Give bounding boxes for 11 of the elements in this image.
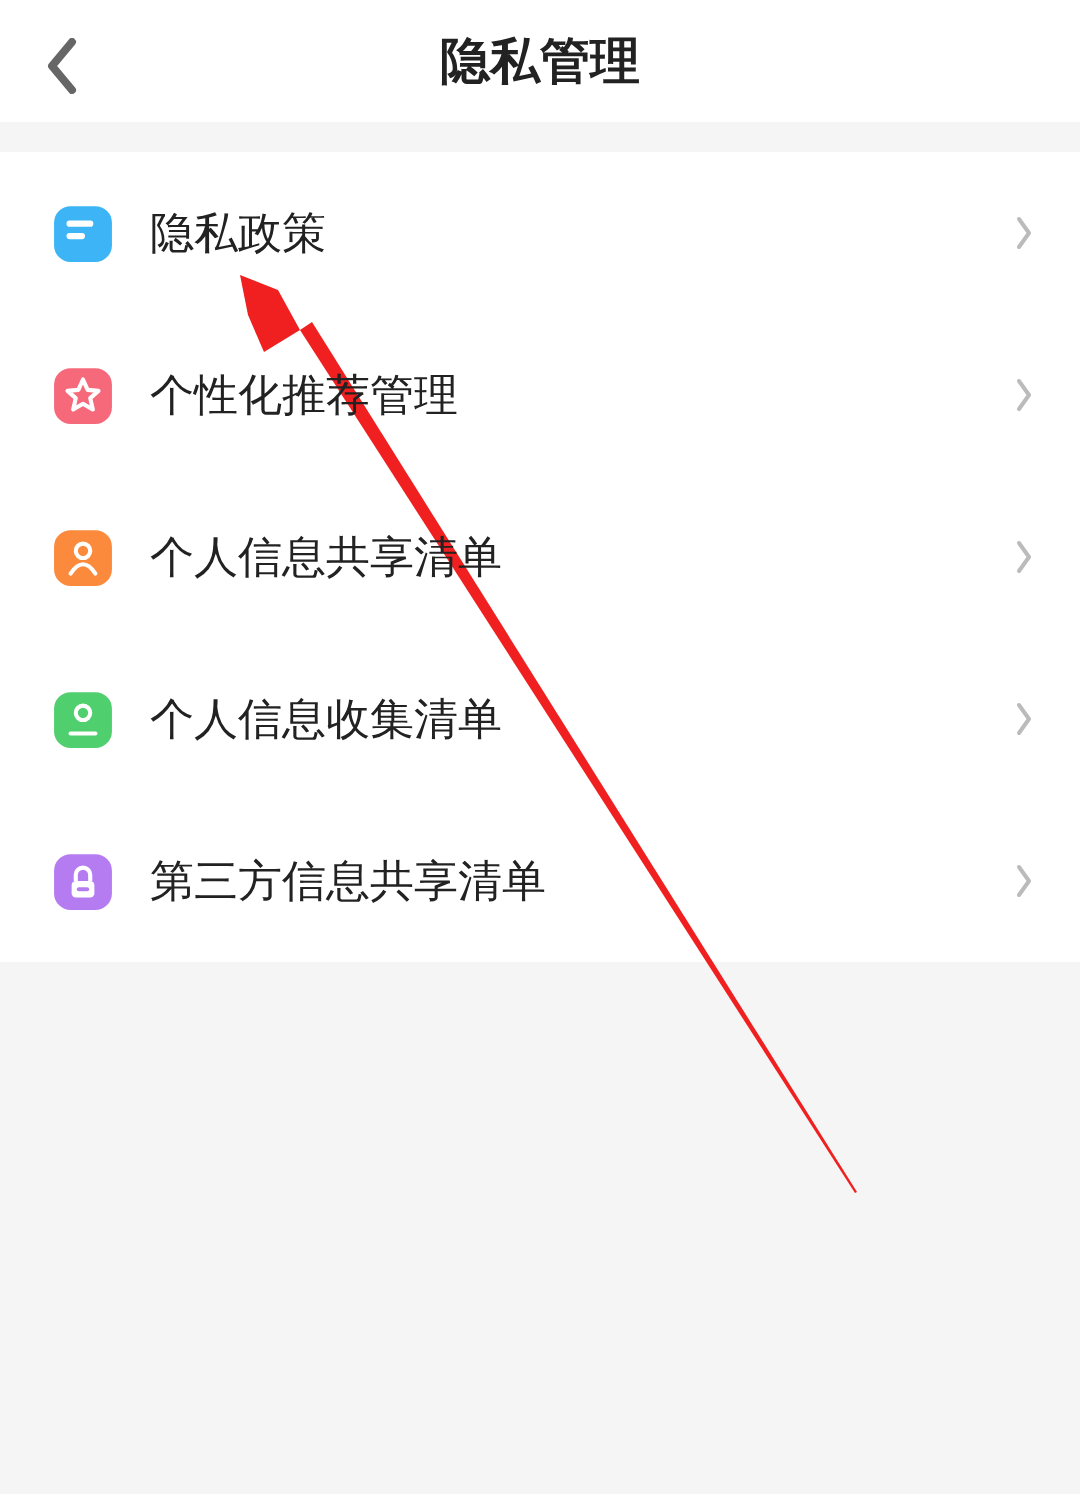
chevron-icon bbox=[1014, 539, 1034, 575]
chevron-icon bbox=[1014, 701, 1034, 737]
menu-item[interactable]: 隐私政策 bbox=[0, 152, 1080, 314]
page-title: 隐私管理 bbox=[440, 30, 640, 92]
back-icon[interactable] bbox=[46, 38, 78, 94]
item-label: 隐私政策 bbox=[150, 205, 327, 260]
chevron-icon bbox=[1014, 215, 1034, 251]
chevron-icon bbox=[1014, 863, 1034, 899]
item-label: 个人信息收集清单 bbox=[150, 691, 503, 746]
item-label: 第三方信息共享清单 bbox=[150, 853, 547, 908]
chevron-icon bbox=[1014, 377, 1034, 413]
